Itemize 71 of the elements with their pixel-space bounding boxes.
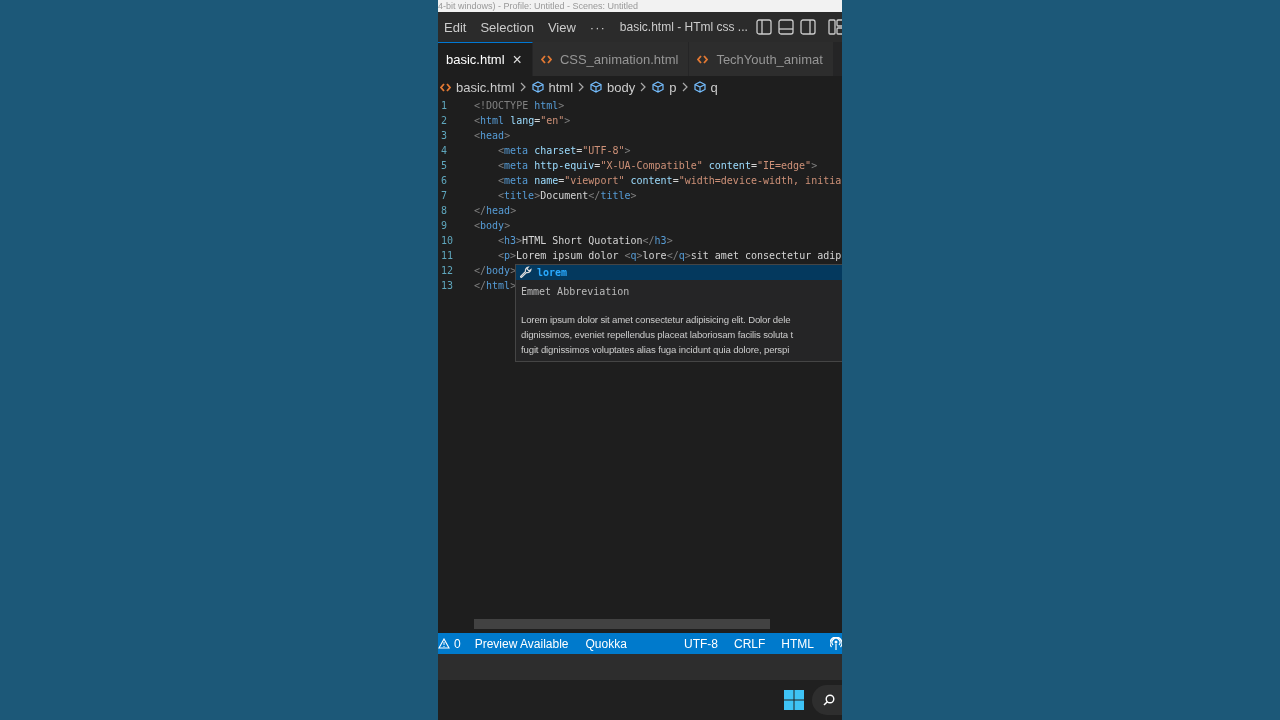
suggestion-doc-text: Lorem ipsum dolor sit amet consectetur adipisicing elit. Dolor dele — [521, 313, 792, 327]
suggestion-detail: Emmet Abbreviation — [520, 285, 631, 299]
search-icon — [823, 694, 835, 706]
breadcrumb-item[interactable]: q — [710, 79, 718, 95]
cube-icon — [652, 81, 665, 93]
horizontal-scrollbar[interactable] — [474, 619, 770, 629]
breadcrumb-item[interactable]: body — [607, 79, 636, 95]
code-file-icon — [697, 53, 709, 65]
layout-icon[interactable] — [827, 19, 842, 35]
code-line: <head> — [474, 129, 511, 143]
breadcrumb-item[interactable]: p — [669, 79, 677, 95]
chevron-right-icon — [640, 82, 648, 92]
code-line: </head> — [474, 204, 517, 218]
breadcrumb-item[interactable]: basic.html — [456, 79, 515, 95]
recorder-title: 4-bit windows) - Profile: Untitled - Scenes: Untitled — [438, 0, 639, 12]
cube-icon — [531, 81, 544, 93]
line-number: 11 — [440, 249, 455, 263]
editor-tab[interactable]: CSS_animation.html — [532, 42, 690, 76]
line-number: 4 — [440, 144, 449, 158]
code-line: <h3>HTML Short Quotation</h3> — [497, 234, 673, 248]
wrench-icon — [519, 266, 533, 279]
status-item[interactable]: UTF-8 — [684, 636, 718, 651]
editor-tab[interactable]: TechYouth_animat — [689, 42, 834, 76]
windows-start-icon[interactable] — [784, 690, 804, 710]
line-number: 2 — [440, 114, 449, 128]
status-item[interactable]: HTML — [781, 636, 814, 651]
chevron-right-icon — [519, 82, 527, 92]
warning-count[interactable]: 0 — [454, 636, 461, 651]
broadcast-icon[interactable] — [830, 637, 842, 650]
line-number: 6 — [440, 174, 449, 188]
line-number: 12 — [440, 264, 455, 278]
warning-icon[interactable] — [438, 638, 450, 649]
breadcrumb-item[interactable]: html — [548, 79, 574, 95]
line-number: 5 — [440, 159, 449, 173]
cube-icon — [693, 81, 706, 93]
line-number: 7 — [440, 189, 449, 203]
taskbar-search[interactable] — [812, 685, 842, 715]
sidebar-toggle-icon[interactable] — [755, 19, 772, 35]
code-line: <meta charset="UTF-8"> — [497, 144, 631, 158]
line-number: 13 — [440, 279, 455, 293]
code-line: <body> — [474, 219, 511, 233]
code-line: <meta http-equiv="X-UA-Compatible" content="IE=edge"> — [497, 159, 818, 173]
secondary-sidebar-icon[interactable] — [799, 19, 816, 35]
editor-tab[interactable]: basic.html × — [438, 42, 533, 76]
suggestion-doc-text: fugit dignissimos voluptates alias fuga incidunt quia dolore, perspi — [521, 343, 791, 357]
chevron-right-icon — [578, 82, 586, 92]
line-number: 10 — [440, 234, 455, 248]
status-item[interactable]: Quokka — [585, 636, 627, 651]
code-file-icon — [540, 53, 552, 65]
line-number: 3 — [440, 129, 449, 143]
line-number: 1 — [440, 99, 449, 113]
code-line: <html lang="en"> — [474, 114, 571, 128]
menu-item[interactable]: View — [547, 19, 576, 35]
code-line: <p>Lorem ipsum dolor <q>lore</q>sit amet consectetur adip — [497, 249, 842, 263]
window-title: basic.html - HTml css ... — [619, 20, 748, 34]
code-line: <meta name="viewport" content="width=device-width, initia — [497, 174, 842, 188]
cube-icon — [590, 81, 603, 93]
panel-toggle-icon[interactable] — [777, 19, 794, 35]
menu-item[interactable]: Edit — [444, 19, 467, 35]
chevron-right-icon — [681, 82, 689, 92]
code-line: <!DOCTYPE html> — [474, 99, 565, 113]
code-line: <title>Document</title> — [497, 189, 637, 203]
more-menu[interactable]: ··· — [589, 19, 606, 35]
suggestion-item[interactable]: lorem — [537, 267, 568, 278]
status-item[interactable]: Preview Available — [474, 636, 569, 651]
menu-item[interactable]: Selection — [480, 19, 534, 35]
code-file-icon — [440, 81, 451, 93]
status-item[interactable]: CRLF — [734, 636, 766, 651]
line-number: 8 — [440, 204, 449, 218]
line-number: 9 — [440, 219, 449, 233]
suggestion-doc-text: dignissimos, eveniet repellendus placeat laboriosam facilis soluta t — [521, 328, 794, 342]
